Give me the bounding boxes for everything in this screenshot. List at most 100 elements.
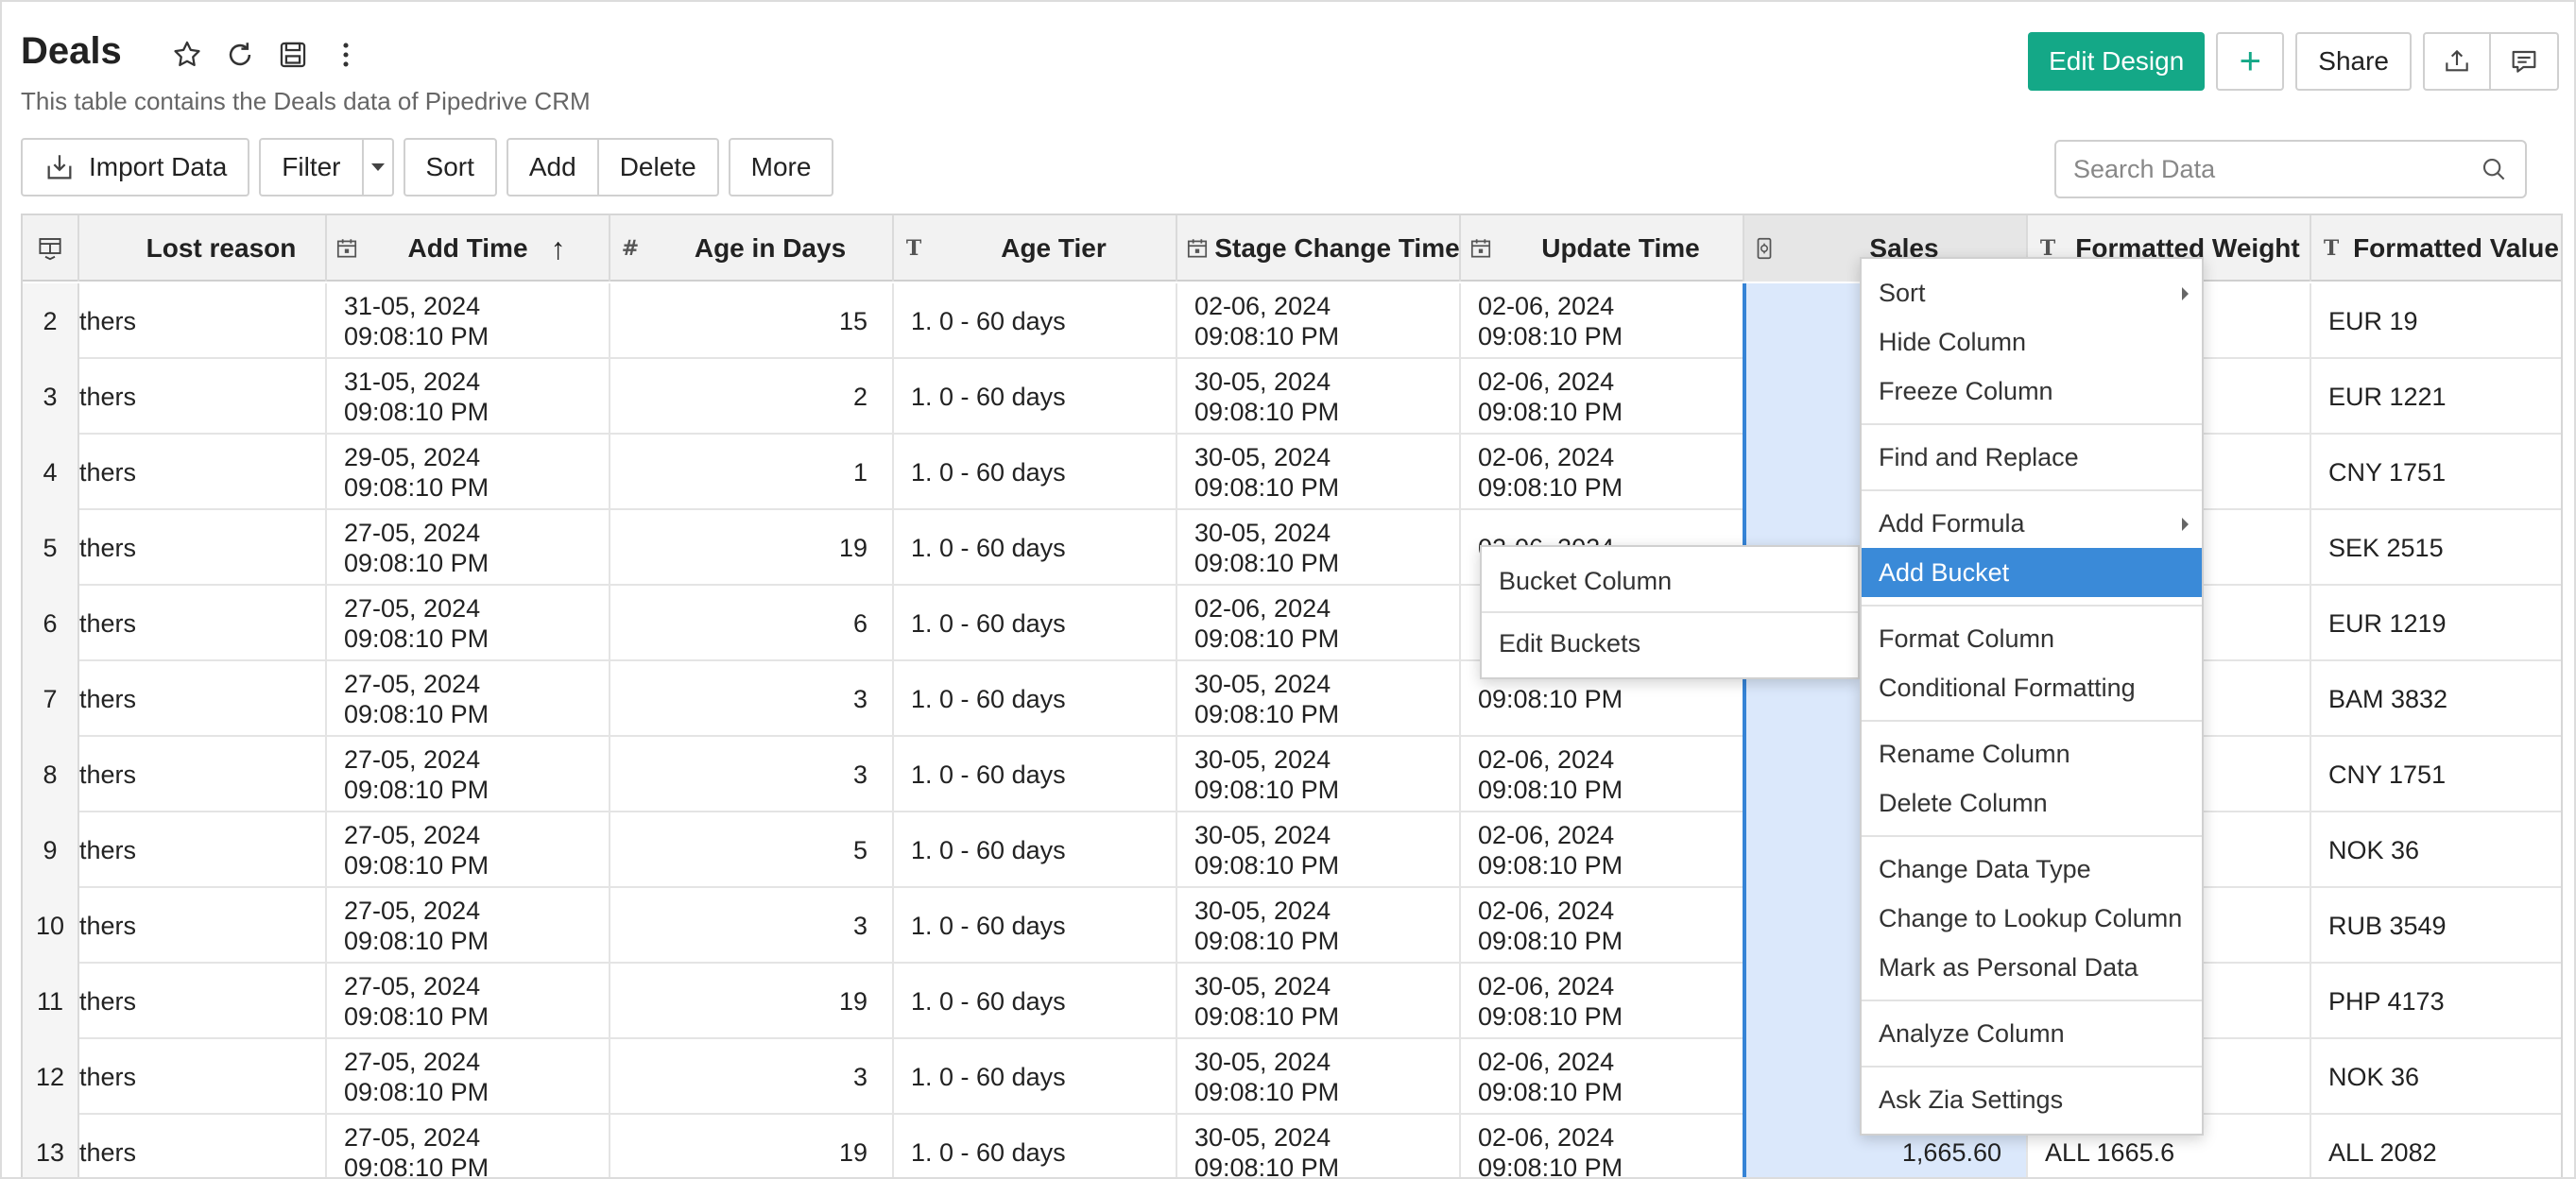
cell-lost-reason[interactable]: thers: [79, 435, 327, 510]
row-number[interactable]: 10: [23, 888, 79, 964]
cell-age-in-days[interactable]: 3: [610, 737, 894, 812]
menu-item-add-bucket[interactable]: Add Bucket: [1862, 548, 2202, 597]
cell-update-time[interactable]: 02-06, 2024 09:08:10 PM: [1461, 359, 1744, 435]
cell-age-tier[interactable]: 1. 0 - 60 days: [894, 812, 1177, 888]
menu-item-freeze-column[interactable]: Freeze Column: [1862, 367, 2202, 416]
cell-add-time[interactable]: 27-05, 2024 09:08:10 PM: [327, 1039, 610, 1115]
cell-formatted-value[interactable]: ALL 2082: [2311, 1115, 2561, 1177]
cell-stage-change-time[interactable]: 30-05, 2024 09:08:10 PM: [1177, 1115, 1461, 1177]
cell-stage-change-time[interactable]: 30-05, 2024 09:08:10 PM: [1177, 435, 1461, 510]
cell-age-in-days[interactable]: 5: [610, 812, 894, 888]
menu-item-change-to-lookup-column[interactable]: Change to Lookup Column: [1862, 894, 2202, 943]
comments-button[interactable]: [2491, 32, 2559, 91]
menu-item-conditional-formatting[interactable]: Conditional Formatting: [1862, 663, 2202, 712]
cell-lost-reason[interactable]: thers: [79, 1115, 327, 1177]
cell-age-in-days[interactable]: 15: [610, 283, 894, 359]
menu-item-mark-as-personal-data[interactable]: Mark as Personal Data: [1862, 943, 2202, 992]
cell-age-tier[interactable]: 1. 0 - 60 days: [894, 888, 1177, 964]
cell-formatted-value[interactable]: NOK 36: [2311, 1039, 2561, 1115]
cell-add-time[interactable]: 27-05, 2024 09:08:10 PM: [327, 1115, 610, 1177]
column-settings-button[interactable]: [23, 215, 79, 282]
cell-stage-change-time[interactable]: 30-05, 2024 09:08:10 PM: [1177, 888, 1461, 964]
row-number[interactable]: 6: [23, 586, 79, 661]
cell-stage-change-time[interactable]: 30-05, 2024 09:08:10 PM: [1177, 964, 1461, 1039]
cell-stage-change-time[interactable]: 02-06, 2024 09:08:10 PM: [1177, 586, 1461, 661]
cell-stage-change-time[interactable]: 30-05, 2024 09:08:10 PM: [1177, 359, 1461, 435]
cell-update-time[interactable]: 02-06, 2024 09:08:10 PM: [1461, 888, 1744, 964]
cell-formatted-value[interactable]: EUR 1219: [2311, 586, 2561, 661]
cell-age-in-days[interactable]: 6: [610, 586, 894, 661]
more-button[interactable]: More: [728, 138, 834, 196]
cell-age-tier[interactable]: 1. 0 - 60 days: [894, 661, 1177, 737]
cell-stage-change-time[interactable]: 30-05, 2024 09:08:10 PM: [1177, 661, 1461, 737]
cell-age-in-days[interactable]: 19: [610, 510, 894, 586]
cell-formatted-value[interactable]: NOK 36: [2311, 812, 2561, 888]
cell-update-time[interactable]: 02-06, 2024 09:08:10 PM: [1461, 1039, 1744, 1115]
cell-formatted-value[interactable]: CNY 1751: [2311, 737, 2561, 812]
cell-add-time[interactable]: 27-05, 2024 09:08:10 PM: [327, 964, 610, 1039]
more-vertical-icon[interactable]: [329, 38, 363, 72]
import-data-button[interactable]: Import Data: [21, 138, 250, 196]
cell-update-time[interactable]: 02-06, 2024 09:08:10 PM: [1461, 435, 1744, 510]
row-number[interactable]: 11: [23, 964, 79, 1039]
row-number[interactable]: 5: [23, 510, 79, 586]
cell-add-time[interactable]: 31-05, 2024 09:08:10 PM: [327, 283, 610, 359]
cell-age-in-days[interactable]: 3: [610, 1039, 894, 1115]
add-button[interactable]: +: [2216, 32, 2285, 91]
menu-item-rename-column[interactable]: Rename Column: [1862, 729, 2202, 778]
cell-add-time[interactable]: 27-05, 2024 09:08:10 PM: [327, 888, 610, 964]
add-row-button[interactable]: Add: [506, 138, 599, 196]
cell-stage-change-time[interactable]: 30-05, 2024 09:08:10 PM: [1177, 737, 1461, 812]
row-number[interactable]: 4: [23, 435, 79, 510]
cell-age-tier[interactable]: 1. 0 - 60 days: [894, 1115, 1177, 1177]
menu-item-delete-column[interactable]: Delete Column: [1862, 778, 2202, 828]
menu-item-analyze-column[interactable]: Analyze Column: [1862, 1009, 2202, 1058]
cell-add-time[interactable]: 27-05, 2024 09:08:10 PM: [327, 586, 610, 661]
row-number[interactable]: 2: [23, 283, 79, 359]
menu-item-change-data-type[interactable]: Change Data Type: [1862, 845, 2202, 894]
cell-update-time[interactable]: 02-06, 2024 09:08:10 PM: [1461, 737, 1744, 812]
cell-lost-reason[interactable]: thers: [79, 812, 327, 888]
cell-age-tier[interactable]: 1. 0 - 60 days: [894, 510, 1177, 586]
column-header-age-in-days[interactable]: # Age in Days: [610, 215, 894, 282]
cell-lost-reason[interactable]: thers: [79, 283, 327, 359]
share-button[interactable]: Share: [2295, 32, 2412, 91]
menu-item-find-and-replace[interactable]: Find and Replace: [1862, 433, 2202, 482]
cell-age-in-days[interactable]: 19: [610, 1115, 894, 1177]
cell-stage-change-time[interactable]: 30-05, 2024 09:08:10 PM: [1177, 1039, 1461, 1115]
row-number[interactable]: 3: [23, 359, 79, 435]
column-header-stage-change-time[interactable]: Stage Change Time: [1177, 215, 1461, 282]
cell-lost-reason[interactable]: thers: [79, 964, 327, 1039]
row-number[interactable]: 8: [23, 737, 79, 812]
search-input[interactable]: [2073, 154, 2480, 184]
row-number[interactable]: 7: [23, 661, 79, 737]
cell-stage-change-time[interactable]: 30-05, 2024 09:08:10 PM: [1177, 510, 1461, 586]
row-number[interactable]: 9: [23, 812, 79, 888]
cell-lost-reason[interactable]: thers: [79, 737, 327, 812]
cell-age-in-days[interactable]: 1: [610, 435, 894, 510]
cell-update-time[interactable]: 02-06, 2024 09:08:10 PM: [1461, 283, 1744, 359]
cell-formatted-value[interactable]: SEK 2515: [2311, 510, 2561, 586]
cell-formatted-value[interactable]: EUR 19: [2311, 283, 2561, 359]
cell-age-tier[interactable]: 1. 0 - 60 days: [894, 737, 1177, 812]
cell-lost-reason[interactable]: thers: [79, 359, 327, 435]
menu-item-ask-zia-settings[interactable]: Ask Zia Settings: [1862, 1075, 2202, 1124]
sort-ascending-icon[interactable]: ↑: [551, 231, 566, 266]
search-icon[interactable]: [2480, 155, 2508, 183]
cell-stage-change-time[interactable]: 02-06, 2024 09:08:10 PM: [1177, 283, 1461, 359]
cell-lost-reason[interactable]: thers: [79, 510, 327, 586]
menu-item-format-column[interactable]: Format Column: [1862, 614, 2202, 663]
cell-lost-reason[interactable]: thers: [79, 586, 327, 661]
column-header-update-time[interactable]: Update Time: [1461, 215, 1744, 282]
cell-age-in-days[interactable]: 2: [610, 359, 894, 435]
submenu-item-bucket-column[interactable]: Bucket Column: [1482, 555, 1858, 607]
cell-update-time[interactable]: 02-06, 2024 09:08:10 PM: [1461, 964, 1744, 1039]
cell-age-tier[interactable]: 1. 0 - 60 days: [894, 1039, 1177, 1115]
menu-item-hide-column[interactable]: Hide Column: [1862, 317, 2202, 367]
save-icon[interactable]: [276, 38, 310, 72]
cell-formatted-value[interactable]: CNY 1751: [2311, 435, 2561, 510]
cell-age-tier[interactable]: 1. 0 - 60 days: [894, 283, 1177, 359]
column-header-age-tier[interactable]: T Age Tier: [894, 215, 1177, 282]
filter-button[interactable]: Filter: [259, 138, 364, 196]
cell-lost-reason[interactable]: thers: [79, 888, 327, 964]
